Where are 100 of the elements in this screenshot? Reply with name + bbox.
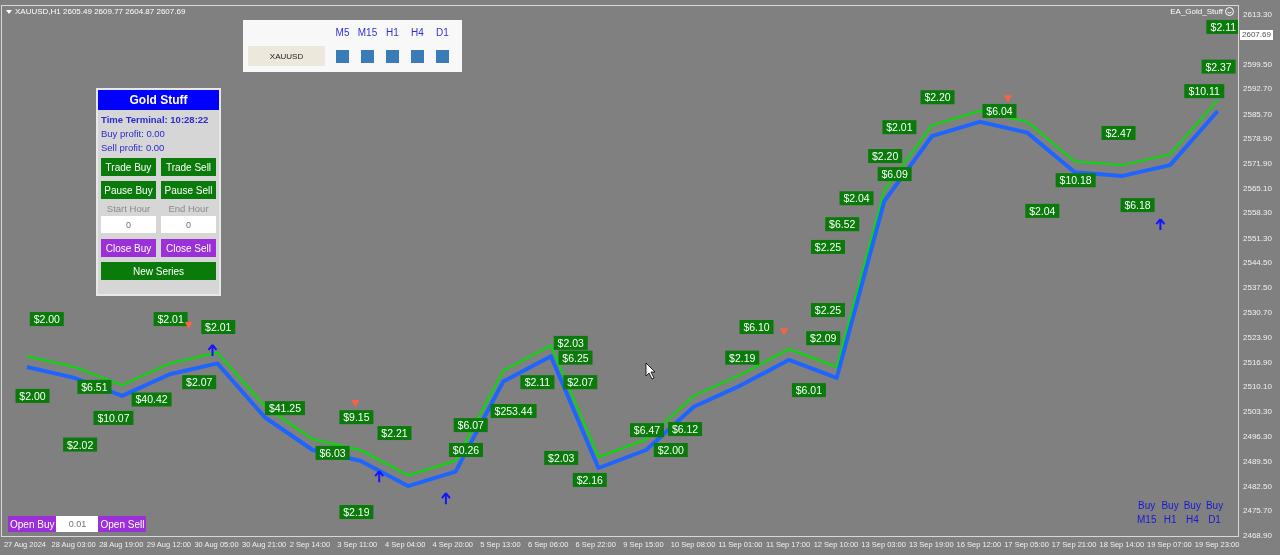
annotation: $2.02 [66,438,94,451]
profit-label: $6.09 [877,167,912,182]
panel-title: Gold Stuff [98,90,219,110]
hour-field[interactable]: 0 [101,216,156,233]
price-tick: 2503.30 [1243,406,1272,417]
price-tick: 2551.30 [1243,233,1272,244]
price-tick: 2585.70 [1243,109,1272,120]
annotation: $2.00 [657,443,685,456]
profit-label: $2.25 [810,303,845,318]
profit-label: $40.42 [131,392,172,407]
profit-label: $2.07 [563,375,598,390]
profit-label: $2.01 [153,312,188,327]
annotation: $6.12 [671,423,699,436]
profit-label: $2.11 [1206,19,1238,34]
profit-label: $6.04 [982,103,1017,118]
terminal-time: Time Terminal: 10:28:22 [100,113,210,126]
profit-label: $6.01 [791,383,826,398]
annotation: $6.09 [881,168,908,181]
profit-label: $253.44 [490,404,537,419]
annotation: $2.01 [157,313,184,326]
profit-label: $0.26 [448,443,483,457]
profit-label: $6.03 [315,445,350,460]
profit-label: $2.02 [63,437,98,452]
buy-profit: Buy profit: 0.00 [100,127,166,140]
annotation: $2.04 [843,192,870,205]
annotation: $6.03 [319,446,346,459]
timeframe-label: H4 [411,26,424,38]
profit-label: $6.25 [558,350,593,365]
profit-label: $2.16 [572,472,607,487]
annotation: $2.00 [19,389,46,402]
price-tick: 2475.70 [1243,506,1272,517]
panel-button[interactable]: Trade Sell [161,158,216,176]
annotation: $6.18 [1124,199,1151,212]
price-tick: 2489.50 [1243,456,1272,467]
annotation: $6.04 [986,104,1013,117]
price-tick: 2496.30 [1243,432,1272,443]
timeframe-label: M15 [357,26,378,38]
price-tick: 2544.50 [1243,258,1272,269]
annotation: $6.10 [743,321,770,333]
sell-profit: Sell profit: 0.00 [100,141,166,154]
annotation: $6.01 [795,384,823,397]
price-tick: 2510.10 [1243,382,1272,393]
annotation: $2.07 [567,376,594,389]
signal-action: Buy [1183,499,1201,513]
profit-label: $9.15 [339,410,374,425]
profit-label: $2.04 [1025,203,1060,218]
profit-label: $6.18 [1120,198,1155,213]
panel-button[interactable]: New Series [101,262,216,280]
lot-field[interactable]: 0.01 [56,516,99,532]
price-tick: 2468.90 [1243,530,1272,541]
annotation: $2.19 [343,506,370,519]
annotation: $10.11 [1188,85,1221,98]
price-tick: 2613.30 [1243,10,1272,21]
panel-button[interactable]: Close Sell [161,239,216,257]
profit-label: $2.03 [544,450,579,465]
annotation: $2.09 [810,332,837,345]
profit-label: $2.03 [553,335,588,350]
profit-label: $10.07 [93,410,134,425]
panel-button[interactable]: Close Buy [101,239,156,257]
profit-label: $2.07 [182,375,217,390]
profit-label: $10.18 [1055,173,1096,188]
panel-button[interactable]: Trade Buy [101,158,156,176]
annotation: $6.47 [633,424,661,437]
panel-button[interactable]: Pause Sell [161,181,216,199]
price-tick: 2592.70 [1243,84,1272,95]
annotation: $2.20 [924,91,951,104]
hour-field[interactable]: 0 [161,216,216,233]
profit-label: $6.51 [77,379,112,394]
profit-label: $2.37 [1201,59,1236,74]
profit-label: $2.11 [520,375,555,390]
profit-label: $41.25 [264,401,305,416]
price-tick: 2599.50 [1243,59,1272,70]
annotation: $253.44 [494,405,533,418]
annotation: $9.15 [343,411,370,424]
signal-timeframe: H4 [1185,513,1199,527]
annotation: $2.04 [1029,204,1056,217]
annotation: $6.52 [829,218,856,231]
profit-label: $6.10 [739,320,774,334]
hour-label: End Hour [167,203,210,214]
profit-label: $2.20 [920,90,955,105]
panel-button[interactable]: Pause Buy [101,181,156,199]
timeframe-label: H1 [386,26,399,38]
symbol-button[interactable]: XAUUSD [248,46,325,66]
open-buy-button[interactable]: Open Buy [8,516,57,532]
price-tick: 2537.50 [1243,283,1272,294]
price-tick: 2482.50 [1243,481,1272,492]
annotation: $2.37 [1205,60,1232,73]
annotation: $10.18 [1059,174,1092,187]
profit-label: $2.00 [653,443,688,457]
profit-label: $2.20 [868,149,903,164]
hour-label: Start Hour [105,203,152,214]
symbol-quote: XAUUSD,H1 2605.49 2609.77 2604.87 2607.69 [15,7,186,16]
price-tick: 2571.90 [1243,159,1272,170]
annotation: $10.07 [97,411,130,424]
annotation: $2.03 [548,451,575,464]
open-sell-button[interactable]: Open Sell [98,516,147,532]
profit-label: $2.00 [15,388,50,403]
profit-label: $2.01 [201,320,236,334]
signal-action: Buy [1138,499,1156,513]
annotation: $2.25 [814,304,842,317]
